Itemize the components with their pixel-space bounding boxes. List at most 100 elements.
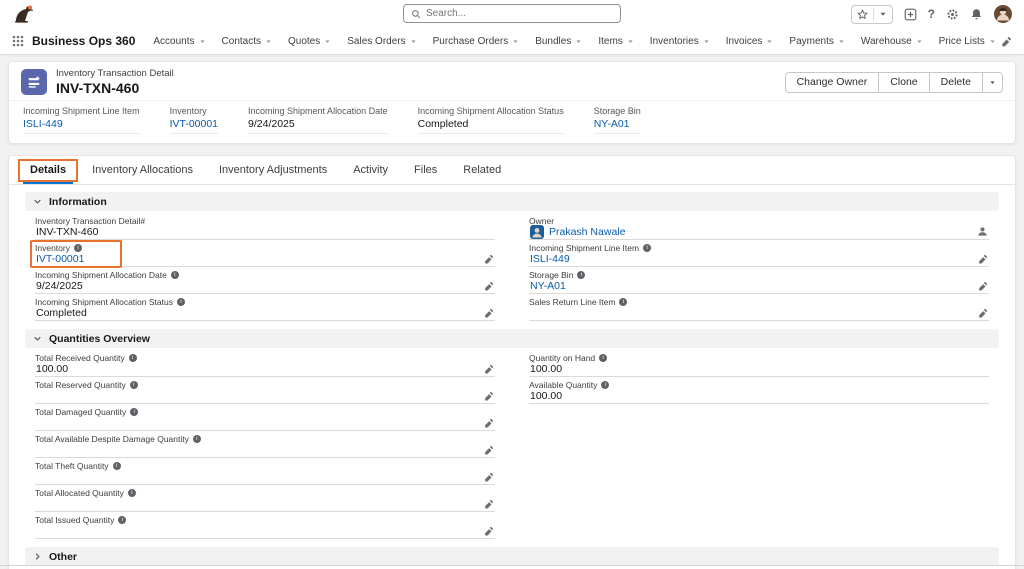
user-avatar[interactable] — [994, 5, 1012, 23]
favorites-star-icon[interactable] — [857, 9, 868, 20]
field-value[interactable]: ISLI-449 — [530, 253, 570, 265]
nav-item-label: Sales Orders — [347, 36, 405, 47]
section-header-information[interactable]: Information — [25, 192, 999, 211]
global-search[interactable] — [403, 4, 621, 23]
field-column: Total Received Quantityi100.00Total Rese… — [35, 351, 495, 540]
nav-item-inventories[interactable]: Inventories — [642, 28, 718, 55]
info-icon[interactable]: i — [130, 381, 138, 389]
action-more-dropdown-button[interactable] — [982, 72, 1003, 93]
info-icon[interactable]: i — [118, 516, 126, 524]
tab-files[interactable]: Files — [401, 156, 450, 184]
field-value-row — [35, 390, 495, 404]
field-value[interactable]: IVT-00001 — [36, 253, 84, 265]
info-icon[interactable]: i — [601, 381, 609, 389]
help-icon[interactable]: ? — [928, 7, 935, 21]
info-icon[interactable]: i — [74, 244, 82, 252]
tab-inventory-adjustments[interactable]: Inventory Adjustments — [206, 156, 340, 184]
info-icon[interactable]: i — [599, 354, 607, 362]
app-launcher-icon[interactable] — [12, 35, 24, 47]
info-icon[interactable]: i — [177, 298, 185, 306]
info-icon[interactable]: i — [171, 271, 179, 279]
notifications-bell-icon[interactable] — [970, 8, 983, 21]
edit-pencil-icon[interactable] — [484, 526, 494, 536]
field-label-text: Total Theft Quantity — [35, 461, 109, 471]
field-incoming-shipment-allocation-status: Incoming Shipment Allocation StatusiComp… — [35, 295, 495, 321]
nav-item-price-lists[interactable]: Price Lists — [931, 28, 995, 55]
quick-create-icon[interactable] — [904, 8, 917, 21]
company-logo-icon — [12, 4, 34, 24]
nav-item-purchase-orders[interactable]: Purchase Orders — [425, 28, 528, 55]
nav-item-sales-orders[interactable]: Sales Orders — [339, 28, 424, 55]
action-delete-button[interactable]: Delete — [929, 72, 983, 93]
nav-item-payments[interactable]: Payments — [781, 28, 852, 55]
favorites-dropdown-icon[interactable] — [879, 10, 887, 18]
edit-pencil-icon[interactable] — [484, 418, 494, 428]
tab-details[interactable]: Details — [17, 156, 79, 184]
search-input[interactable] — [426, 8, 613, 19]
edit-pencil-icon[interactable] — [978, 254, 988, 264]
field-value-row — [529, 307, 989, 321]
highlight-field-value[interactable]: ISLI-449 — [23, 118, 140, 134]
edit-pencil-icon[interactable] — [978, 308, 988, 318]
chevron-down-icon — [33, 197, 42, 206]
nav-item-quotes[interactable]: Quotes — [280, 28, 339, 55]
section-title: Quantities Overview — [49, 333, 150, 345]
nav-item-invoices[interactable]: Invoices — [718, 28, 782, 55]
edit-pencil-icon[interactable] — [484, 391, 494, 401]
info-icon[interactable]: i — [129, 354, 137, 362]
nav-item-bundles[interactable]: Bundles — [527, 28, 590, 55]
nav-item-label: Contacts — [222, 36, 261, 47]
edit-pencil-icon[interactable] — [484, 281, 494, 291]
section-title: Other — [49, 551, 77, 563]
field-label-text: Inventory Transaction Detail# — [35, 216, 145, 226]
info-icon[interactable]: i — [619, 298, 627, 306]
field-label-text: Total Damaged Quantity — [35, 407, 126, 417]
nav-item-accounts[interactable]: Accounts — [145, 28, 213, 55]
tab-label: Inventory Adjustments — [219, 164, 327, 176]
highlight-field-inventory: InventoryIVT-00001 — [170, 106, 218, 134]
tab-label: Files — [414, 164, 437, 176]
change-owner-icon[interactable] — [977, 226, 988, 237]
info-icon[interactable]: i — [577, 271, 585, 279]
edit-pencil-icon[interactable] — [484, 254, 494, 264]
info-icon[interactable]: i — [128, 489, 136, 497]
edit-pencil-icon[interactable] — [484, 499, 494, 509]
nav-item-warehouse[interactable]: Warehouse — [853, 28, 931, 55]
edit-pencil-icon[interactable] — [484, 364, 494, 374]
highlight-field-value[interactable]: IVT-00001 — [170, 118, 218, 134]
field-value[interactable]: Prakash Nawale — [549, 226, 625, 238]
chevron-down-icon — [324, 38, 331, 45]
highlight-field-value[interactable]: NY-A01 — [594, 118, 641, 134]
setup-gear-icon[interactable] — [946, 8, 959, 21]
section-header-quantities-overview[interactable]: Quantities Overview — [25, 329, 999, 348]
app-name[interactable]: Business Ops 360 — [32, 34, 135, 48]
action-change-owner-button[interactable]: Change Owner — [785, 72, 880, 93]
tab-inventory-allocations[interactable]: Inventory Allocations — [79, 156, 206, 184]
nav-item-contacts[interactable]: Contacts — [214, 28, 280, 55]
info-icon[interactable]: i — [193, 435, 201, 443]
favorites-control[interactable] — [851, 5, 893, 24]
field-label: Incoming Shipment Allocation Statusi — [35, 297, 495, 307]
tab-related[interactable]: Related — [450, 156, 514, 184]
info-icon[interactable]: i — [643, 244, 651, 252]
info-icon[interactable]: i — [113, 462, 121, 470]
field-value[interactable]: NY-A01 — [530, 280, 566, 292]
nav-item-label: Purchase Orders — [433, 36, 509, 47]
field-value-row — [35, 417, 495, 431]
nav-item-items[interactable]: Items — [590, 28, 641, 55]
field-column: Inventory Transaction Detail#INV-TXN-460… — [35, 214, 495, 322]
edit-pencil-icon[interactable] — [978, 281, 988, 291]
field-column: Quantity on Handi100.00Available Quantit… — [529, 351, 989, 540]
nav-edit-pencil-icon[interactable] — [1001, 36, 1012, 47]
tab-activity[interactable]: Activity — [340, 156, 401, 184]
section-header-other[interactable]: Other — [25, 547, 999, 566]
edit-pencil-icon[interactable] — [484, 472, 494, 482]
edit-pencil-icon[interactable] — [484, 445, 494, 455]
tab-label: Activity — [353, 164, 388, 176]
info-icon[interactable]: i — [130, 408, 138, 416]
edit-pencil-icon[interactable] — [484, 308, 494, 318]
section-other: Other — [25, 547, 999, 566]
record-detail-card: DetailsInventory Allocations Inventory Ad… — [8, 155, 1016, 569]
field-label: Sales Return Line Itemi — [529, 297, 989, 307]
action-clone-button[interactable]: Clone — [878, 72, 929, 93]
